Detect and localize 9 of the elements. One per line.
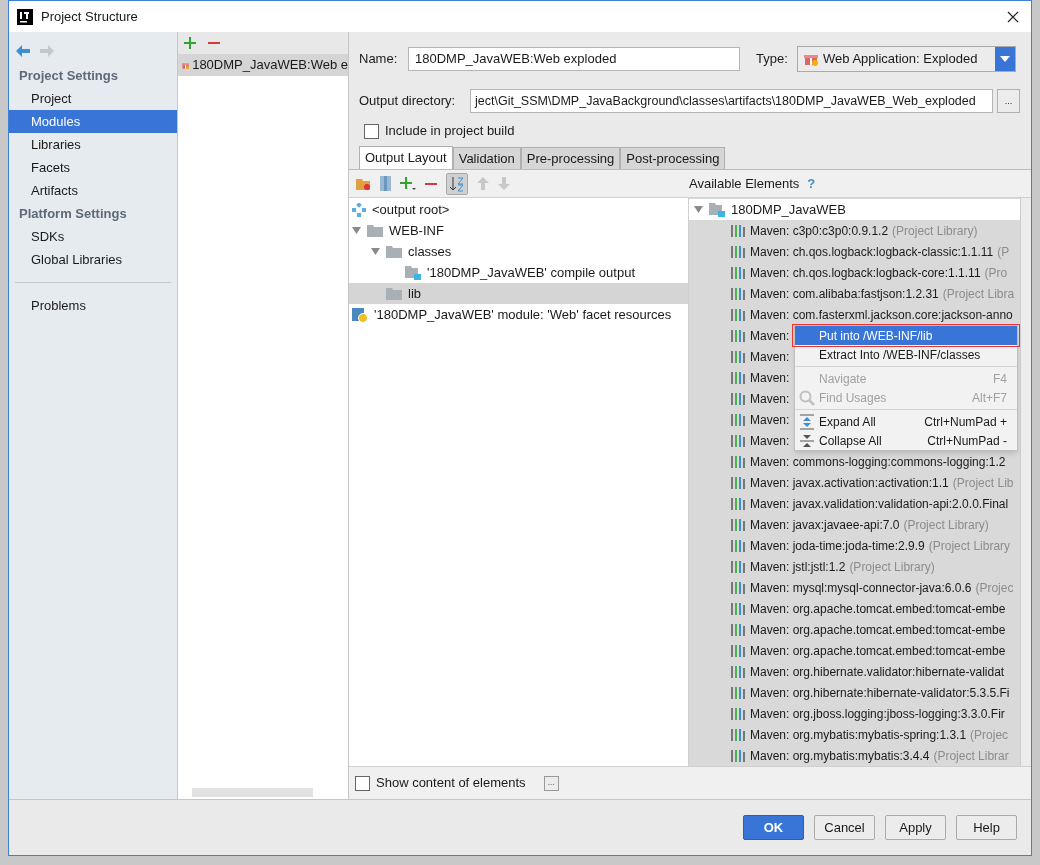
name-label: Name: — [359, 50, 399, 69]
type-label: Type: — [756, 50, 789, 69]
output-directory-label: Output directory: — [359, 92, 457, 111]
available-elements-label: Available Elements — [689, 174, 800, 193]
window-title: Project Structure — [41, 7, 139, 26]
include-in-build-label: Include in project build — [385, 122, 515, 141]
show-content-label: Show content of elements — [376, 774, 526, 793]
section-heading: Project Settings — [18, 67, 119, 85]
section-heading: Platform Settings — [18, 205, 128, 223]
